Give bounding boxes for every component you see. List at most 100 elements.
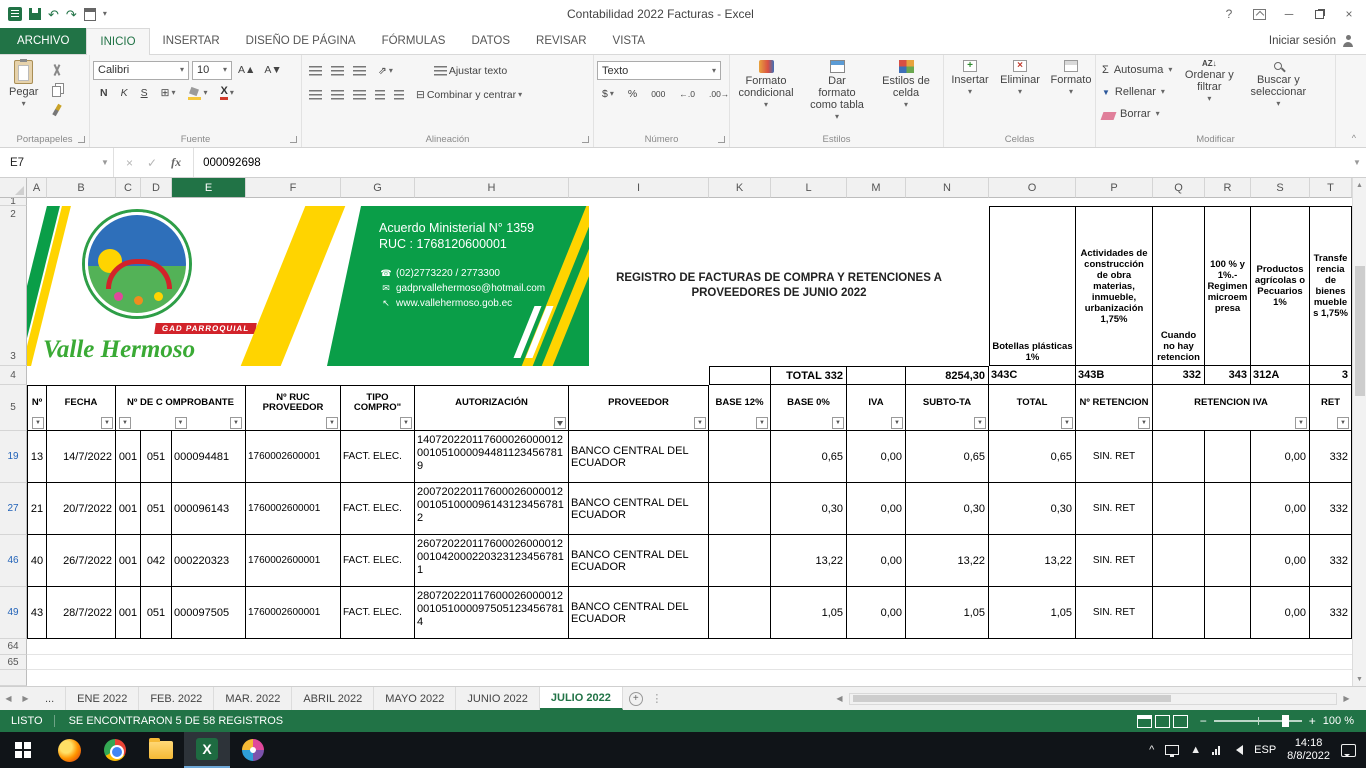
network-tray-icon[interactable]: [1212, 746, 1220, 755]
row-header-5[interactable]: 5: [0, 385, 27, 431]
cell-n-19[interactable]: 0,65: [906, 431, 989, 483]
redo-icon[interactable]: ↷: [66, 8, 77, 21]
cell-l-49[interactable]: 1,05: [771, 587, 847, 639]
sign-in-button[interactable]: Iniciar sesión: [1269, 28, 1366, 54]
cell-f-19[interactable]: 1760002600001: [246, 431, 341, 483]
cell-e-27[interactable]: 000096143: [172, 483, 246, 535]
sheet-tab[interactable]: ENE 2022: [66, 687, 139, 710]
sheet-nav-right-icon[interactable]: ▶: [17, 687, 34, 710]
row-label-3[interactable]: 3: [10, 351, 16, 362]
cell-a-46[interactable]: 40: [27, 535, 47, 587]
cell-i-49[interactable]: BANCO CENTRAL DEL ECUADOR: [569, 587, 709, 639]
cell-r-49[interactable]: [1205, 587, 1251, 639]
bold-button[interactable]: N: [97, 83, 111, 103]
filter-button[interactable]: ▼: [326, 417, 338, 429]
expand-formula-bar-icon[interactable]: ▼: [1348, 148, 1366, 177]
tab-splitter-icon[interactable]: ⋮: [649, 687, 665, 710]
autosum-button[interactable]: ΣAutosuma▾: [1099, 59, 1175, 81]
column-header-i[interactable]: I: [569, 178, 709, 198]
vertical-scroll-thumb[interactable]: [1355, 266, 1365, 396]
cell-o-46[interactable]: 13,22: [989, 535, 1076, 587]
align-bottom-icon[interactable]: [353, 66, 366, 76]
column-header-n[interactable]: N: [906, 178, 989, 198]
orientation-button[interactable]: ⇗▾: [375, 61, 396, 81]
total-cell-q[interactable]: 332: [1153, 366, 1205, 385]
cell-q-27[interactable]: [1153, 483, 1205, 535]
cell-i-19[interactable]: BANCO CENTRAL DEL ECUADOR: [569, 431, 709, 483]
cell-q-19[interactable]: [1153, 431, 1205, 483]
row-header-1[interactable]: 1: [0, 198, 27, 206]
cell-d-46[interactable]: 042: [141, 535, 172, 587]
cell-f-27[interactable]: 1760002600001: [246, 483, 341, 535]
column-header-g[interactable]: G: [341, 178, 415, 198]
column-header-t[interactable]: T: [1310, 178, 1352, 198]
align-top-icon[interactable]: [309, 66, 322, 76]
column-header-k[interactable]: K: [709, 178, 771, 198]
cell-c-27[interactable]: 001: [116, 483, 141, 535]
sheet-tab[interactable]: FEB. 2022: [139, 687, 214, 710]
row-header-65[interactable]: 65: [0, 655, 27, 670]
column-header-h[interactable]: H: [415, 178, 569, 198]
cell-a-19[interactable]: 13: [27, 431, 47, 483]
total-cell-s[interactable]: 312A: [1251, 366, 1310, 385]
cell-c-49[interactable]: 001: [116, 587, 141, 639]
zoom-thumb[interactable]: [1282, 715, 1289, 727]
firefox-taskbar-button[interactable]: [46, 732, 92, 768]
cell-h-49[interactable]: 2807202201176000260000120010510000975051…: [415, 587, 569, 639]
alignment-dialog-launcher[interactable]: [582, 136, 589, 143]
cell-d-27[interactable]: 051: [141, 483, 172, 535]
cell-i-27[interactable]: BANCO CENTRAL DEL ECUADOR: [569, 483, 709, 535]
column-header-p[interactable]: P: [1076, 178, 1153, 198]
select-all-corner[interactable]: [0, 178, 27, 198]
filter-button[interactable]: ▼: [230, 417, 242, 429]
format-cells-button[interactable]: Formato ▾: [1047, 57, 1095, 96]
sheet-tab[interactable]: MAR. 2022: [214, 687, 292, 710]
increase-font-button[interactable]: A▲: [235, 60, 258, 80]
formula-input[interactable]: 000092698: [194, 148, 1348, 177]
cell-e-19[interactable]: 000094481: [172, 431, 246, 483]
page-break-view-icon[interactable]: [1173, 715, 1188, 728]
cell-t-49[interactable]: 332: [1310, 587, 1352, 639]
insert-cells-button[interactable]: Insertar ▾: [947, 57, 993, 96]
filter-button[interactable]: ▼: [1138, 417, 1150, 429]
find-select-button[interactable]: Buscar y seleccionar ▾: [1243, 57, 1313, 108]
align-center-icon[interactable]: [331, 90, 344, 100]
decrease-indent-icon[interactable]: [375, 90, 385, 100]
cancel-icon[interactable]: ×: [126, 156, 133, 170]
number-format-combo[interactable]: Texto▾: [597, 61, 721, 80]
decrease-font-button[interactable]: A▼: [261, 60, 284, 80]
start-button[interactable]: [0, 732, 46, 768]
total-cell-l[interactable]: TOTAL 332: [771, 366, 847, 385]
tab-inicio[interactable]: INICIO: [86, 28, 149, 55]
cell-t-19[interactable]: 332: [1310, 431, 1352, 483]
filter-button[interactable]: ▼: [974, 417, 986, 429]
filter-button[interactable]: ▼: [32, 417, 44, 429]
filter-button[interactable]: ▼: [175, 417, 187, 429]
total-cell-n[interactable]: 8254,30: [906, 366, 989, 385]
column-header-e[interactable]: E: [172, 178, 246, 198]
column-header-b[interactable]: B: [47, 178, 116, 198]
total-cell-k[interactable]: [709, 366, 771, 385]
column-header-s[interactable]: S: [1251, 178, 1310, 198]
total-cell-o[interactable]: 343C: [989, 366, 1076, 385]
minimize-button[interactable]: ─: [1274, 2, 1304, 26]
close-button[interactable]: ×: [1334, 2, 1364, 26]
number-dialog-launcher[interactable]: [718, 136, 725, 143]
tab-datos[interactable]: DATOS: [458, 28, 523, 54]
paste-button[interactable]: Pegar ▾: [3, 57, 44, 108]
clipboard-dialog-launcher[interactable]: [78, 136, 85, 143]
normal-view-icon[interactable]: [1137, 715, 1152, 728]
hidden-icons-chevron[interactable]: ^: [1149, 744, 1154, 756]
cell-s-27[interactable]: 0,00: [1251, 483, 1310, 535]
cell-o-27[interactable]: 0,30: [989, 483, 1076, 535]
align-left-icon[interactable]: [309, 90, 322, 100]
column-header-q[interactable]: Q: [1153, 178, 1205, 198]
cell-p-49[interactable]: SIN. RET: [1076, 587, 1153, 639]
underline-button[interactable]: S: [138, 83, 151, 103]
row-header-64[interactable]: 64: [0, 639, 27, 655]
help-button[interactable]: ?: [1214, 2, 1244, 26]
cell-g-19[interactable]: FACT. ELEC.: [341, 431, 415, 483]
copy-button[interactable]: [47, 81, 67, 99]
cell-m-46[interactable]: 0,00: [847, 535, 906, 587]
cell-a-49[interactable]: 43: [27, 587, 47, 639]
